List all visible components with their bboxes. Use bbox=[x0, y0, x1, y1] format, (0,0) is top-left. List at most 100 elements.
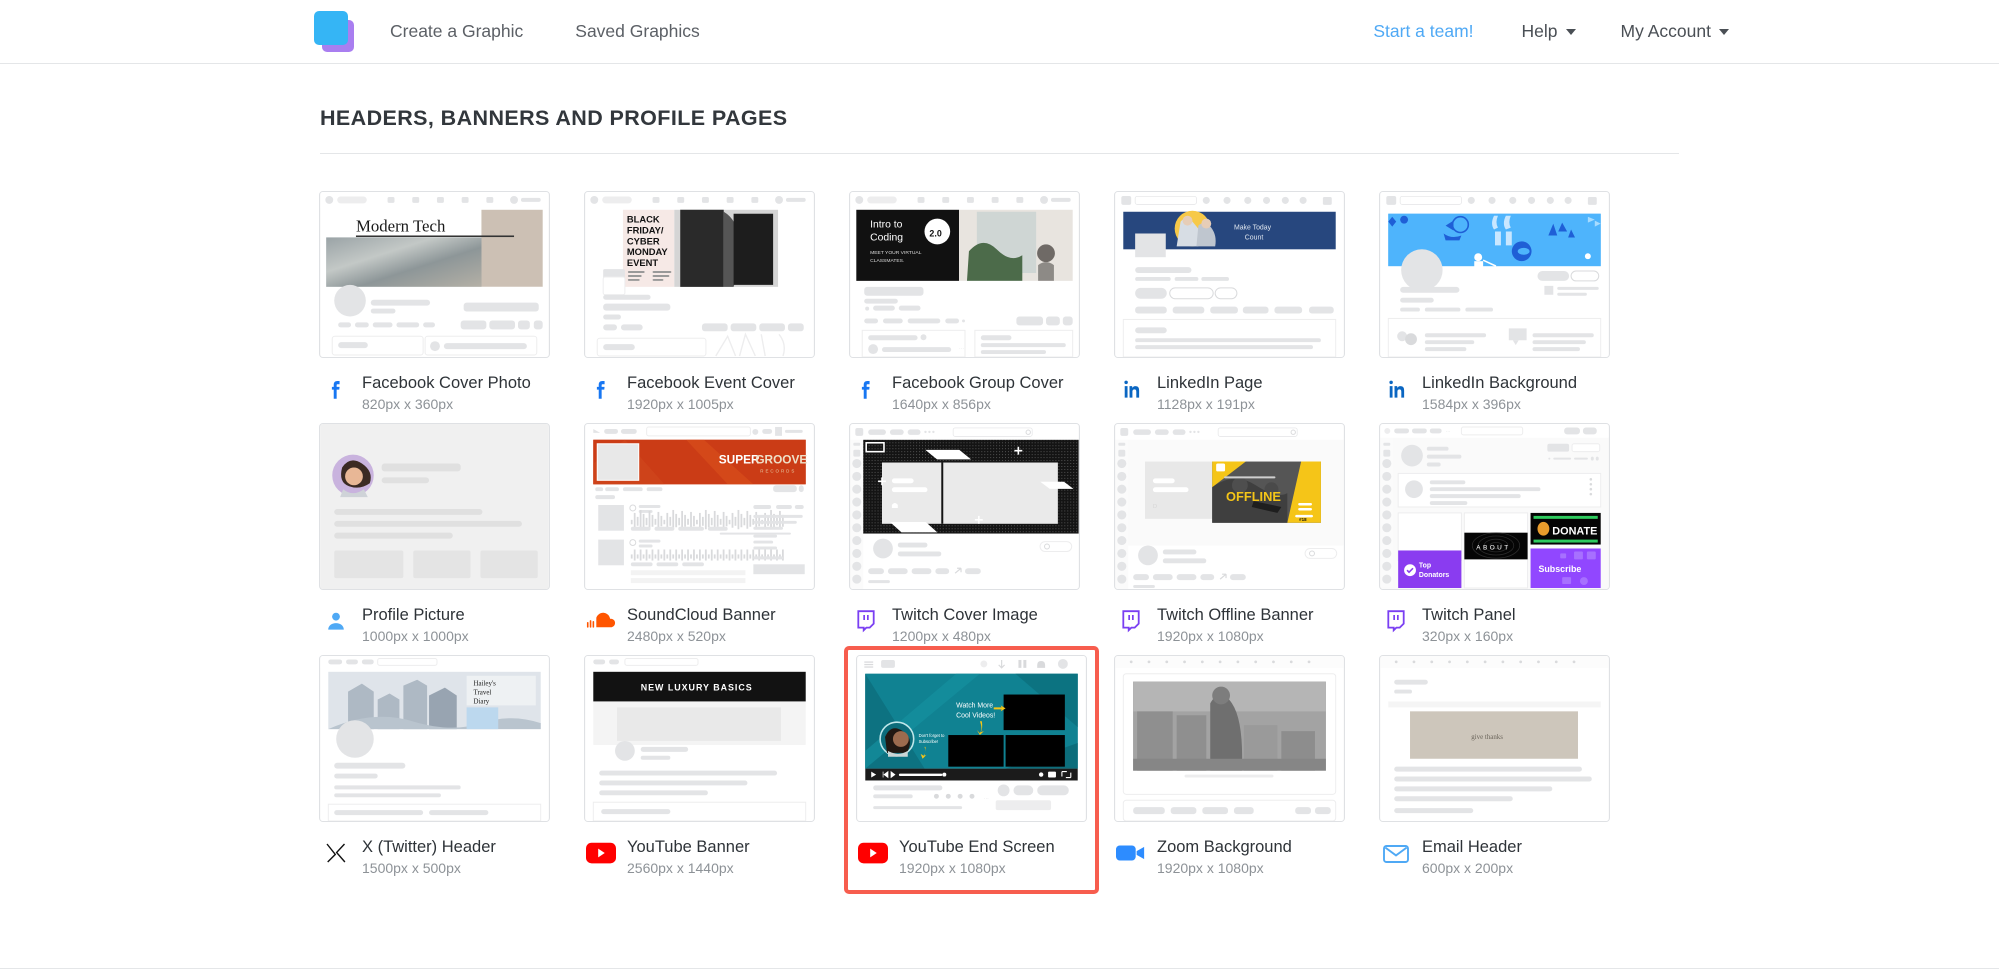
card-meta-twitch-offline-banner: Twitch Offline Banner 1920px x 1080px bbox=[1114, 604, 1374, 646]
card-dimensions: 1500px x 500px bbox=[362, 860, 461, 876]
linkedin-icon bbox=[1114, 372, 1148, 406]
card-text-youtube-end-screen: YouTube End Screen 1920px x 1080px bbox=[899, 836, 1055, 878]
thumbnail-x-twitter-header[interactable]: Hailey's Travel Diary bbox=[319, 655, 550, 822]
svg-text:D: D bbox=[1153, 504, 1157, 510]
person-icon bbox=[319, 604, 353, 638]
card-text-email-header: Email Header 600px x 200px bbox=[1422, 836, 1522, 878]
template-card-profile-picture[interactable]: Profile Picture 1000px x 1000px bbox=[314, 414, 579, 646]
card-meta-facebook-group-cover: Facebook Group Cover 1640px x 856px bbox=[849, 372, 1109, 414]
thumbnail-email-header[interactable]: give thanks bbox=[1379, 655, 1610, 822]
thumbnail-profile-picture[interactable] bbox=[319, 423, 550, 590]
thumbnail-linkedin-page[interactable]: Make Today Count bbox=[1114, 191, 1345, 358]
card-dimensions: 1920px x 1080px bbox=[1157, 628, 1264, 644]
card-dimensions: 820px x 360px bbox=[362, 396, 454, 412]
email-icon bbox=[1379, 836, 1413, 870]
card-dimensions: 1128px x 191px bbox=[1157, 396, 1255, 412]
facebook-icon bbox=[319, 372, 353, 406]
card-dimensions: 1584px x 396px bbox=[1422, 396, 1521, 412]
svg-text:Diary: Diary bbox=[474, 698, 490, 705]
help-menu[interactable]: Help bbox=[1522, 21, 1576, 42]
template-card-facebook-cover-photo[interactable]: Modern Tech Facebook Cover Photo 820px x… bbox=[314, 182, 579, 414]
svg-text:Subscribe!: Subscribe! bbox=[919, 739, 939, 744]
thumbnail-youtube-banner[interactable]: NEW LUXURY BASICS bbox=[584, 655, 815, 822]
template-card-email-header[interactable]: give thanks Email Header 600px x 200px bbox=[1374, 646, 1639, 894]
card-meta-twitch-panel: Twitch Panel 320px x 160px bbox=[1379, 604, 1639, 646]
card-dimensions: 1640px x 856px bbox=[892, 396, 991, 412]
svg-text:Don't forget to: Don't forget to bbox=[919, 733, 945, 738]
svg-text:BLACK: BLACK bbox=[627, 215, 660, 225]
card-text-linkedin-page: LinkedIn Page 1128px x 191px bbox=[1157, 372, 1263, 414]
card-dimensions: 2480px x 520px bbox=[627, 628, 726, 644]
svg-text:Hailey's: Hailey's bbox=[474, 681, 497, 688]
svg-text:Make Today: Make Today bbox=[1234, 225, 1272, 232]
navbar-right-group: Start a team! Help My Account bbox=[1373, 21, 1729, 42]
template-card-twitch-panel[interactable]: ··· Top Donators ABOUT DONATE Subscribe Twitc… bbox=[1374, 414, 1639, 646]
thumbnail-zoom-background[interactable] bbox=[1114, 655, 1345, 822]
card-dimensions: 1200px x 480px bbox=[892, 628, 991, 644]
template-card-linkedin-background[interactable]: LinkedIn Background 1584px x 396px bbox=[1374, 182, 1639, 414]
template-card-zoom-background[interactable]: Zoom Background 1920px x 1080px bbox=[1109, 646, 1374, 894]
svg-text:DONATE: DONATE bbox=[1552, 526, 1597, 538]
svg-text:NEW LUXURY BASICS: NEW LUXURY BASICS bbox=[641, 683, 753, 693]
template-card-twitch-offline-banner[interactable]: D OFFLINE #18 Twitch Offline Banner 1920px… bbox=[1109, 414, 1374, 646]
card-text-soundcloud-banner: SoundCloud Banner 2480px x 520px bbox=[627, 604, 776, 646]
template-card-twitch-cover-image[interactable]: Twitch Cover Image 1200px x 480px bbox=[844, 414, 1109, 646]
card-dimensions: 320px x 160px bbox=[1422, 628, 1514, 644]
my-account-menu[interactable]: My Account bbox=[1621, 21, 1729, 42]
thumbnail-facebook-cover-photo[interactable]: Modern Tech bbox=[319, 191, 550, 358]
card-title: SoundCloud Banner bbox=[627, 606, 776, 624]
svg-text:Watch More: Watch More bbox=[956, 702, 993, 709]
card-dimensions: 1000px x 1000px bbox=[362, 628, 469, 644]
card-meta-linkedin-background: LinkedIn Background 1584px x 396px bbox=[1379, 372, 1639, 414]
svg-text:Subscribe: Subscribe bbox=[1538, 564, 1581, 574]
thumbnail-facebook-group-cover[interactable]: Intro to Coding 2.0 MEET YOUR VIRTUAL CLASSM… bbox=[849, 191, 1080, 358]
card-title: Twitch Offline Banner bbox=[1157, 606, 1314, 624]
card-title: Facebook Event Cover bbox=[627, 374, 795, 392]
template-card-facebook-group-cover[interactable]: Intro to Coding 2.0 MEET YOUR VIRTUAL CLASSM… bbox=[844, 182, 1109, 414]
thumbnail-linkedin-background[interactable] bbox=[1379, 191, 1610, 358]
card-meta-profile-picture: Profile Picture 1000px x 1000px bbox=[319, 604, 579, 646]
twitch-icon bbox=[1379, 604, 1413, 638]
app-logo-icon[interactable] bbox=[314, 10, 362, 54]
card-text-zoom-background: Zoom Background 1920px x 1080px bbox=[1157, 836, 1292, 878]
youtube-icon bbox=[584, 836, 618, 870]
nav-link-saved-graphics[interactable]: Saved Graphics bbox=[575, 21, 700, 42]
facebook-icon bbox=[849, 372, 883, 406]
card-title: Profile Picture bbox=[362, 606, 465, 624]
card-text-profile-picture: Profile Picture 1000px x 1000px bbox=[362, 604, 469, 646]
card-dimensions: 1920px x 1005px bbox=[627, 396, 734, 412]
thumbnail-soundcloud-banner[interactable]: SUPER GROOVE RECORDS bbox=[584, 423, 815, 590]
template-card-linkedin-page[interactable]: Make Today Count LinkedIn Page 1128px x 1… bbox=[1109, 182, 1374, 414]
chevron-down-icon bbox=[1565, 28, 1576, 35]
card-dimensions: 1920px x 1080px bbox=[1157, 860, 1264, 876]
card-meta-youtube-end-screen: YouTube End Screen 1920px x 1080px bbox=[856, 836, 1095, 878]
my-account-menu-label: My Account bbox=[1620, 21, 1711, 41]
template-card-youtube-end-screen[interactable]: Watch More Cool Videos! Don't forget to Sub… bbox=[844, 646, 1099, 894]
svg-text:···: ··· bbox=[984, 796, 989, 801]
svg-text:Intro to: Intro to bbox=[870, 220, 902, 231]
thumbnail-twitch-offline-banner[interactable]: D OFFLINE #18 bbox=[1114, 423, 1345, 590]
card-title: Facebook Group Cover bbox=[892, 374, 1064, 392]
card-title: Twitch Cover Image bbox=[892, 606, 1038, 624]
card-text-facebook-cover-photo: Facebook Cover Photo 820px x 360px bbox=[362, 372, 531, 414]
thumbnail-twitch-panel[interactable]: ··· Top Donators ABOUT DONATE Subscribe bbox=[1379, 423, 1610, 590]
card-meta-twitch-cover-image: Twitch Cover Image 1200px x 480px bbox=[849, 604, 1109, 646]
card-meta-facebook-cover-photo: Facebook Cover Photo 820px x 360px bbox=[319, 372, 579, 414]
card-meta-soundcloud-banner: SoundCloud Banner 2480px x 520px bbox=[584, 604, 844, 646]
twitch-icon bbox=[1114, 604, 1148, 638]
svg-text:Modern Tech: Modern Tech bbox=[356, 217, 446, 236]
start-a-team-link[interactable]: Start a team! bbox=[1373, 21, 1473, 42]
thumbnail-twitch-cover-image[interactable] bbox=[849, 423, 1080, 590]
thumbnail-youtube-end-screen[interactable]: Watch More Cool Videos! Don't forget to Sub… bbox=[856, 655, 1087, 822]
svg-text:RECORDS: RECORDS bbox=[760, 468, 796, 473]
thumbnail-facebook-event-cover[interactable]: BLACK FRIDAY/CYBER MONDAY EVENT bbox=[584, 191, 815, 358]
template-card-soundcloud-banner[interactable]: SUPER GROOVE RECORDS SoundCloud Banner 248… bbox=[579, 414, 844, 646]
zoom-icon bbox=[1114, 836, 1148, 870]
template-card-youtube-banner[interactable]: NEW LUXURY BASICS YouTube Banner 2560px … bbox=[579, 646, 844, 894]
card-text-twitch-panel: Twitch Panel 320px x 160px bbox=[1422, 604, 1516, 646]
nav-link-create-a-graphic[interactable]: Create a Graphic bbox=[390, 21, 523, 42]
card-text-facebook-event-cover: Facebook Event Cover 1920px x 1005px bbox=[627, 372, 795, 414]
template-card-facebook-event-cover[interactable]: BLACK FRIDAY/CYBER MONDAY EVENT Facebook Ev… bbox=[579, 182, 844, 414]
card-text-x-twitter-header: X (Twitter) Header 1500px x 500px bbox=[362, 836, 496, 878]
template-card-x-twitter-header[interactable]: Hailey's Travel Diary X (Twitter) Header 1… bbox=[314, 646, 579, 894]
